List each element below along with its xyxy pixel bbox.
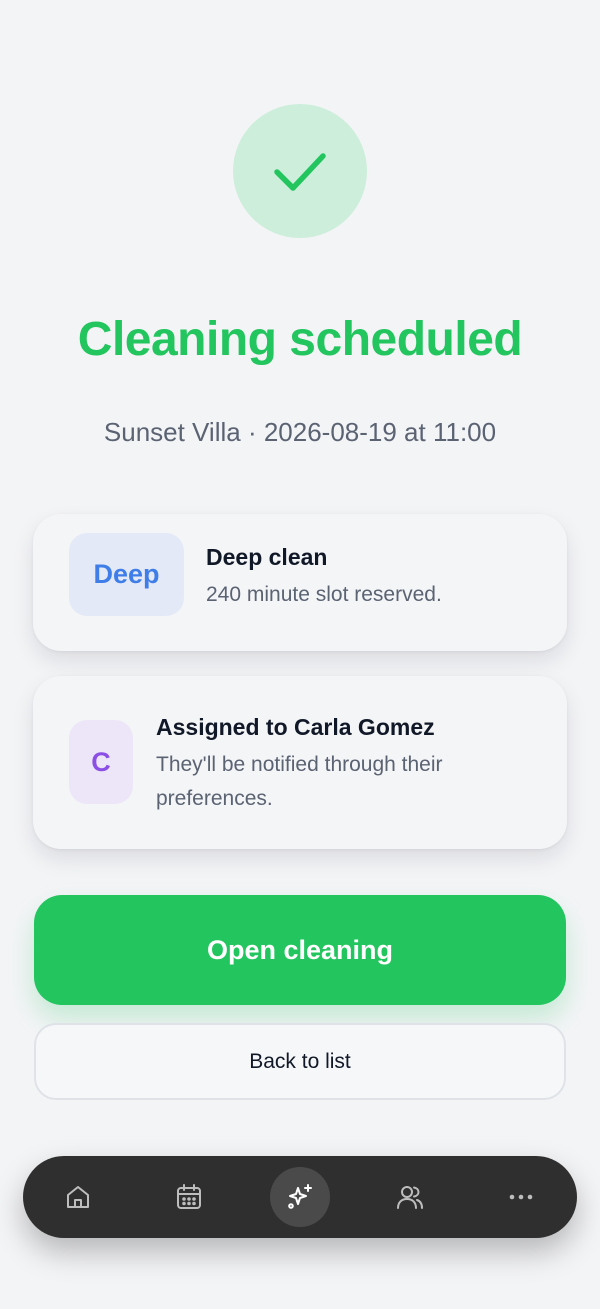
page-title: Cleaning scheduled [77,313,523,366]
service-card: Deep Deep clean 240 minute slot reserved… [33,514,567,651]
back-to-list-button[interactable]: Back to list [34,1023,566,1100]
service-description: 240 minute slot reserved. [206,583,442,606]
success-check-icon [233,104,367,238]
service-title: Deep clean [206,544,328,570]
bottom-tab-bar [23,1156,577,1238]
assignee-card: C Assigned to Carla Gomez They'll be not… [33,676,567,849]
home-icon [67,1186,89,1208]
tab-sparkles[interactable] [270,1167,330,1227]
tab-people[interactable] [380,1167,440,1227]
tab-home[interactable] [48,1167,108,1227]
more-icon [509,1194,533,1200]
service-type-badge: Deep [69,533,184,616]
assignee-description: They'll be notified through their prefer… [156,753,443,810]
schedule-summary: Sunset Villa · 2026-08-19 at 11:00 [103,417,497,447]
assignee-avatar: C [69,720,133,804]
users-icon [397,1186,423,1209]
sparkles-icon [288,1184,312,1209]
assignee-title: Assigned to Carla Gomez [156,714,435,740]
open-cleaning-button[interactable]: Open cleaning [34,895,566,1005]
tab-calendar[interactable] [159,1167,219,1227]
tab-more[interactable] [491,1167,551,1227]
calendar-icon [177,1184,201,1209]
confirmation-screen: Cleaning scheduled Sunset Villa · 2026-0… [0,0,600,1309]
